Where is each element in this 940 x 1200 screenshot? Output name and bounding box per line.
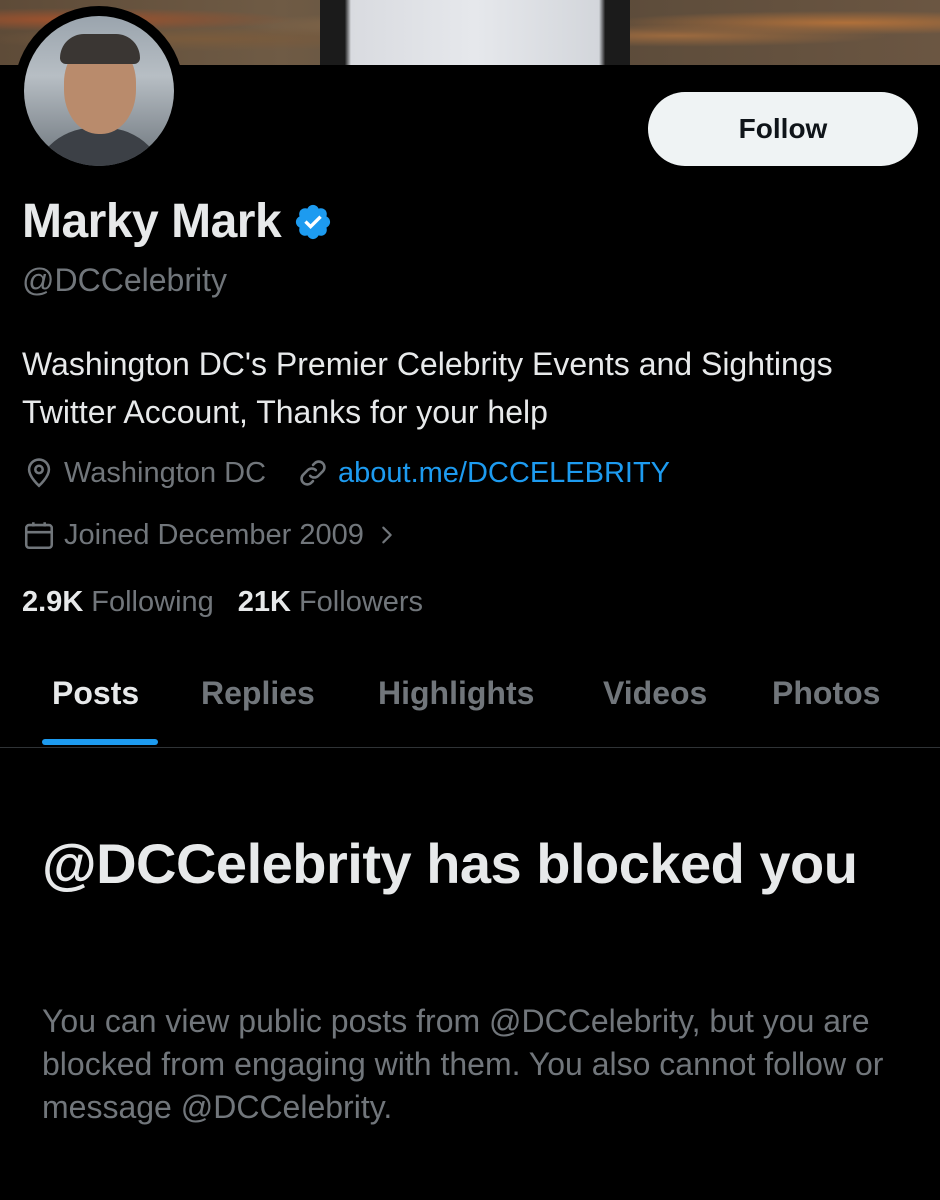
location-pin-icon	[27, 458, 51, 488]
following-count: 2.9K	[22, 586, 84, 618]
location-item: Washington DC	[22, 456, 266, 490]
tab-photos[interactable]: Photos	[772, 675, 880, 712]
profile-handle: @DCCelebrity	[22, 262, 227, 298]
tab-replies[interactable]: Replies	[201, 675, 315, 712]
followers-stat[interactable]: 21K Followers	[238, 586, 423, 619]
link-icon	[300, 460, 326, 486]
followers-count: 21K	[237, 586, 291, 618]
active-tab-indicator	[42, 739, 158, 745]
display-name: Marky Mark	[22, 195, 282, 248]
website-link[interactable]: about.me/DCCELEBRITY	[338, 457, 670, 490]
avatar-photo	[24, 16, 174, 166]
tab-videos[interactable]: Videos	[603, 675, 707, 712]
banner-photo-detail	[320, 0, 630, 65]
blocked-description: You can view public posts from @DCCelebr…	[42, 1003, 884, 1125]
followers-label: Followers	[298, 586, 424, 618]
tab-highlights[interactable]: Highlights	[378, 675, 534, 712]
profile-bio: Washington DC's Premier Celebrity Events…	[22, 346, 833, 430]
calendar-icon	[24, 522, 54, 550]
follow-button[interactable]: Follow	[648, 92, 918, 166]
following-stat[interactable]: 2.9K Following	[22, 586, 214, 619]
chevron-right-icon[interactable]	[376, 524, 398, 546]
profile-tabs: Posts Replies Highlights Videos Photos	[0, 655, 940, 748]
blocked-title: @DCCelebrity has blocked you	[42, 832, 858, 895]
joined-row[interactable]: Joined December 2009	[22, 518, 398, 552]
avatar[interactable]	[14, 6, 184, 176]
profile-name-row: Marky Mark	[22, 194, 333, 249]
location-text: Washington DC	[64, 456, 267, 489]
profile-meta-row: Washington DC about.me/DCCELEBRITY	[22, 456, 700, 490]
tab-posts[interactable]: Posts	[52, 675, 139, 712]
joined-text: Joined December 2009	[64, 518, 364, 551]
profile-stats: 2.9K Following 21K Followers	[22, 586, 447, 619]
verified-badge-icon[interactable]	[293, 202, 333, 242]
following-label: Following	[91, 586, 214, 618]
website-item[interactable]: about.me/DCCELEBRITY	[296, 456, 670, 490]
